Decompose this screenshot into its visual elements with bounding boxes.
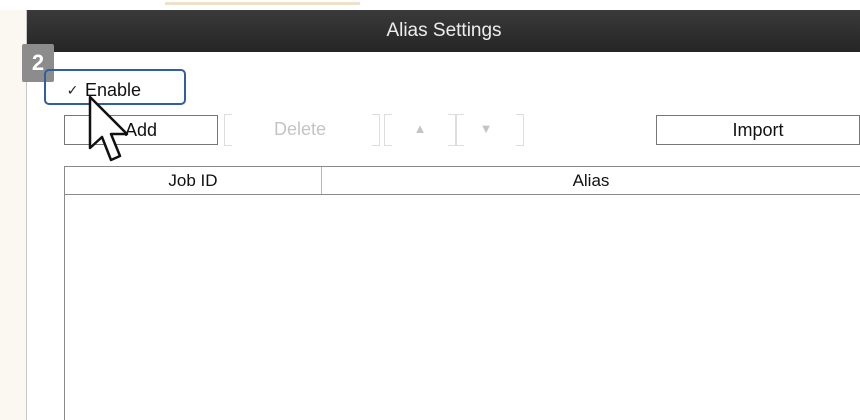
column-header-job-id[interactable]: Job ID bbox=[65, 167, 322, 194]
delete-button[interactable]: Delete bbox=[240, 115, 360, 145]
top-accent-line bbox=[165, 2, 360, 5]
alias-table: Job ID Alias bbox=[64, 166, 860, 420]
move-up-button[interactable]: ▲ bbox=[396, 115, 444, 145]
column-header-alias[interactable]: Alias bbox=[322, 167, 860, 194]
table-body[interactable] bbox=[65, 195, 860, 420]
arrow-up-icon: ▲ bbox=[413, 121, 427, 136]
move-down-button[interactable]: ▼ bbox=[462, 115, 510, 145]
move-up-button-left-edge bbox=[384, 114, 392, 146]
enable-checkbox[interactable]: ✓ bbox=[66, 82, 79, 98]
window-top-strip bbox=[0, 0, 860, 10]
delete-button-right-edge bbox=[372, 114, 380, 146]
import-button[interactable]: Import bbox=[656, 115, 860, 145]
table-header: Job ID Alias bbox=[65, 167, 860, 195]
move-up-button-right-edge bbox=[448, 114, 456, 146]
arrow-down-icon: ▼ bbox=[479, 121, 493, 136]
arrow-pointer-icon bbox=[88, 95, 129, 162]
delete-button-left-edge bbox=[224, 114, 232, 146]
dialog-title: Alias Settings bbox=[27, 10, 860, 52]
move-down-button-right-edge bbox=[516, 114, 524, 146]
